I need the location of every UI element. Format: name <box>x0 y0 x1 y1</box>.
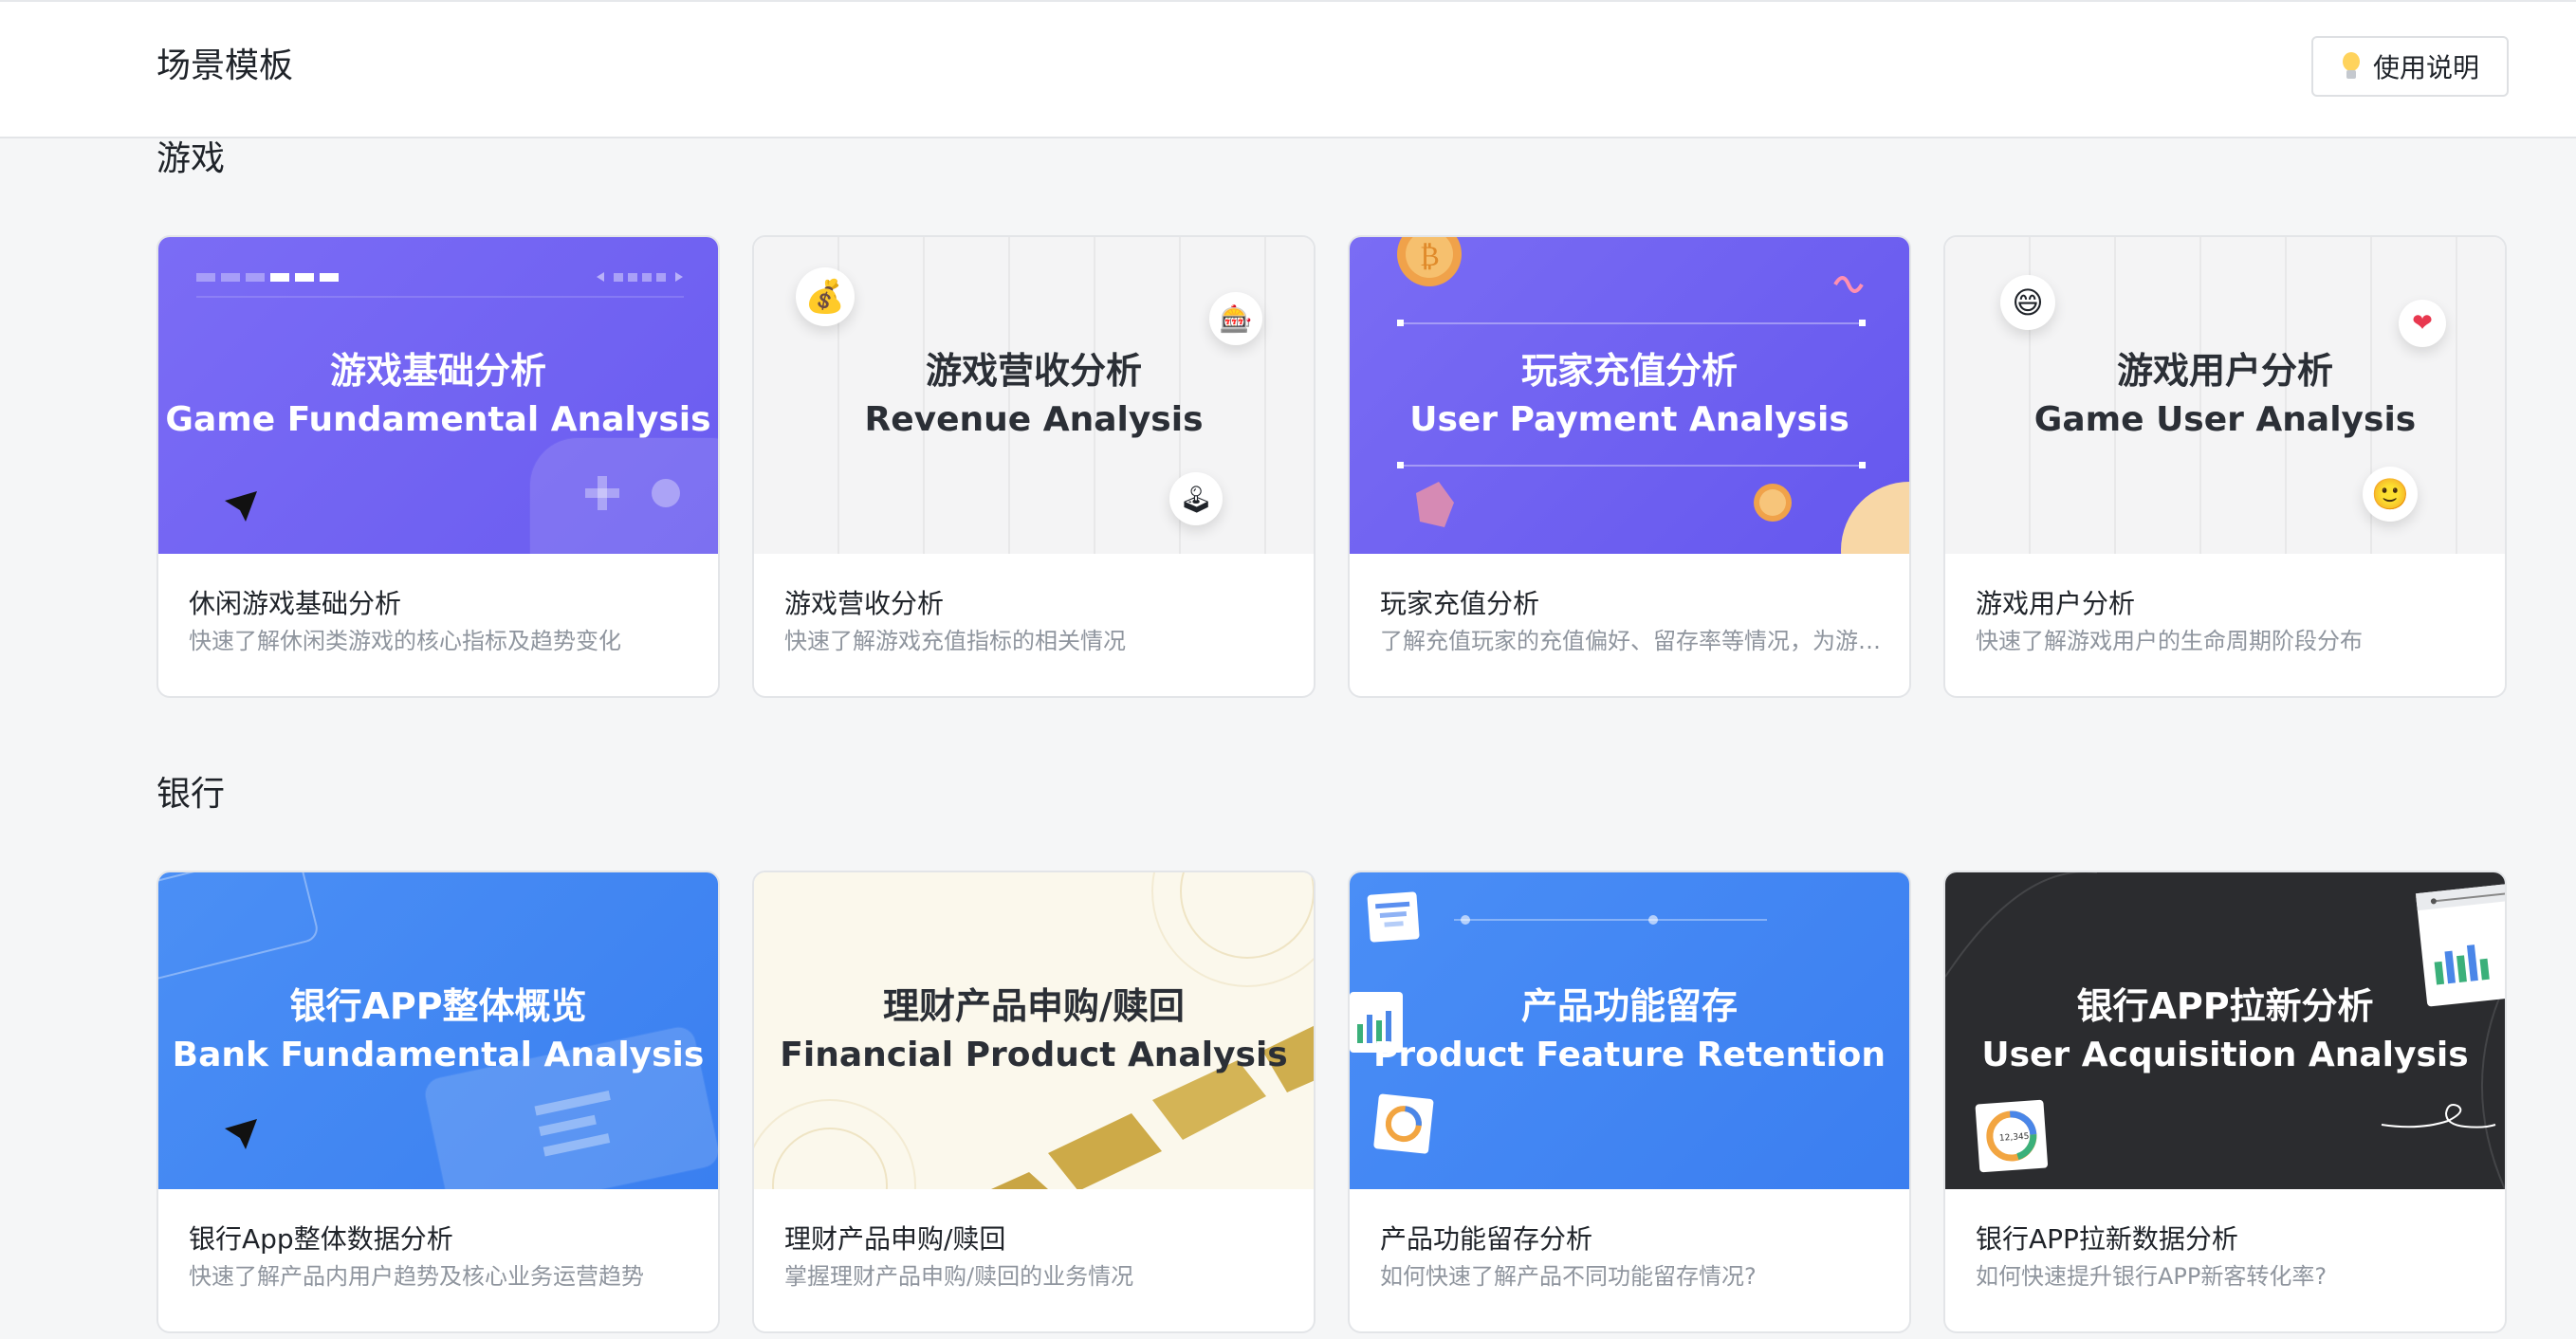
heart-icon: ❤ <box>2399 300 2446 347</box>
top-bar: 场景模板 使用说明 <box>0 0 2576 138</box>
template-card-financial-product[interactable]: 理财产品申购/赎回 Financial Product Analysis 理财产… <box>752 871 1316 1333</box>
card-description: 快速了解游戏充值指标的相关情况 <box>784 628 1126 654</box>
template-card-game-revenue[interactable]: 💰 🎰 🕹 游戏营收分析 Revenue Analysis 游戏营收分析 快速了… <box>752 235 1316 698</box>
template-card-game-user[interactable]: 😄 ❤ 🙂 游戏用户分析 Game User Analysis 游戏用户分析 快… <box>1943 235 2507 698</box>
banner-title-zh: 游戏用户分析 <box>2116 350 2333 392</box>
banner-title-zh: 银行APP整体概览 <box>289 985 587 1027</box>
section-title-game: 游戏 <box>156 139 226 178</box>
slot-machine-icon: 🎰 <box>1209 292 1262 345</box>
card-title: 银行App整体数据分析 <box>189 1223 453 1255</box>
card-info: 理财产品申购/赎回 掌握理财产品申购/赎回的业务情况 <box>784 1221 1287 1293</box>
card-info: 产品功能留存分析 如何快速了解产品不同功能留存情况? <box>1380 1221 1883 1293</box>
section-title-bank: 银行 <box>156 775 226 814</box>
card-info: 游戏营收分析 快速了解游戏充值指标的相关情况 <box>784 586 1287 658</box>
banner-title-en: User Payment Analysis <box>1409 400 1849 439</box>
banner-title-zh: 产品功能留存 <box>1520 985 1738 1027</box>
card-description: 如何快速了解产品不同功能留存情况? <box>1380 1263 1757 1290</box>
card-title: 休闲游戏基础分析 <box>189 588 402 619</box>
card-banner: 12,345 银行APP拉新分析 User Acquisition Analys… <box>1945 872 2505 1189</box>
card-description: 快速了解产品内用户趋势及核心业务运营趋势 <box>189 1263 644 1290</box>
banner-title-en: User Acquisition Analysis <box>1981 1036 2469 1074</box>
banner-title-en: Financial Product Analysis <box>780 1036 1288 1074</box>
lightbulb-icon <box>2341 52 2362 81</box>
card-title: 银行APP拉新数据分析 <box>1976 1223 2238 1255</box>
card-banner: 💰 🎰 🕹 游戏营收分析 Revenue Analysis <box>754 237 1314 554</box>
help-button[interactable]: 使用说明 <box>2311 36 2509 97</box>
banner-title-en: Game Fundamental Analysis <box>165 400 711 439</box>
template-card-user-payment[interactable]: ₿ 玩家充值分析 User Payment Analysis 玩家充值分析 了解… <box>1348 235 1911 698</box>
banner-title-zh: 理财产品申购/赎回 <box>883 985 1185 1027</box>
help-button-label: 使用说明 <box>2372 52 2479 83</box>
smiling-face-icon: 🙂 <box>2363 467 2418 522</box>
navigation-arrow-icon <box>225 1119 257 1149</box>
page-title: 场景模板 <box>156 46 294 85</box>
card-info: 休闲游戏基础分析 快速了解休闲类游戏的核心指标及趋势变化 <box>189 586 691 658</box>
card-description: 快速了解休闲类游戏的核心指标及趋势变化 <box>189 628 621 654</box>
card-description: 如何快速提升银行APP新客转化率? <box>1976 1263 2328 1290</box>
banner-title-en: Bank Fundamental Analysis <box>172 1036 705 1074</box>
banner-title-zh: 银行APP拉新分析 <box>2076 985 2374 1027</box>
card-banner: 理财产品申购/赎回 Financial Product Analysis <box>754 872 1314 1189</box>
card-description: 掌握理财产品申购/赎回的业务情况 <box>784 1263 1134 1290</box>
banner-title-zh: 游戏营收分析 <box>925 350 1142 392</box>
navigation-arrow-icon <box>225 491 257 522</box>
card-title: 玩家充值分析 <box>1380 588 1540 619</box>
card-title: 理财产品申购/赎回 <box>784 1223 1006 1255</box>
banner-title-en: Product Feature Retention <box>1372 1036 1886 1074</box>
grinning-face-icon: 😄 <box>2000 275 2055 330</box>
card-banner: 😄 ❤ 🙂 游戏用户分析 Game User Analysis <box>1945 237 2505 554</box>
card-info: 游戏用户分析 快速了解游戏用户的生命周期阶段分布 <box>1976 586 2478 658</box>
card-title: 游戏用户分析 <box>1976 588 2136 619</box>
card-banner: 银行APP整体概览 Bank Fundamental Analysis <box>158 872 718 1189</box>
template-card-feature-retention[interactable]: 产品功能留存 Product Feature Retention 产品功能留存分… <box>1348 871 1911 1333</box>
banner-title-zh: 游戏基础分析 <box>329 350 546 392</box>
banner-title-zh: 玩家充值分析 <box>1520 350 1738 392</box>
banner-title-en: Game User Analysis <box>2033 400 2417 439</box>
card-description: 了解充值玩家的充值偏好、留存率等情况，为游戏运营提供决策依据 <box>1380 628 1883 654</box>
card-banner: ₿ 玩家充值分析 User Payment Analysis <box>1350 237 1909 554</box>
template-card-game-fundamental[interactable]: 游戏基础分析 Game Fundamental Analysis 休闲游戏基础分… <box>156 235 720 698</box>
card-title: 游戏营收分析 <box>784 588 945 619</box>
template-card-bank-fundamental[interactable]: 银行APP整体概览 Bank Fundamental Analysis 银行Ap… <box>156 871 720 1333</box>
card-banner: 产品功能留存 Product Feature Retention <box>1350 872 1909 1189</box>
card-description: 快速了解游戏用户的生命周期阶段分布 <box>1976 628 2363 654</box>
money-bag-icon: 💰 <box>796 267 855 326</box>
card-info: 玩家充值分析 了解充值玩家的充值偏好、留存率等情况，为游戏运营提供决策依据 <box>1380 586 1883 658</box>
card-banner: 游戏基础分析 Game Fundamental Analysis <box>158 237 718 554</box>
card-info: 银行APP拉新数据分析 如何快速提升银行APP新客转化率? <box>1976 1221 2478 1293</box>
card-title: 产品功能留存分析 <box>1380 1223 1593 1255</box>
bitcoin-icon: ₿ <box>1420 240 1440 273</box>
template-card-user-acquisition[interactable]: 12,345 银行APP拉新分析 User Acquisition Analys… <box>1943 871 2507 1333</box>
joystick-icon: 🕹 <box>1169 472 1223 525</box>
card-info: 银行App整体数据分析 快速了解产品内用户趋势及核心业务运营趋势 <box>189 1221 691 1293</box>
banner-title-en: Revenue Analysis <box>864 400 1204 439</box>
